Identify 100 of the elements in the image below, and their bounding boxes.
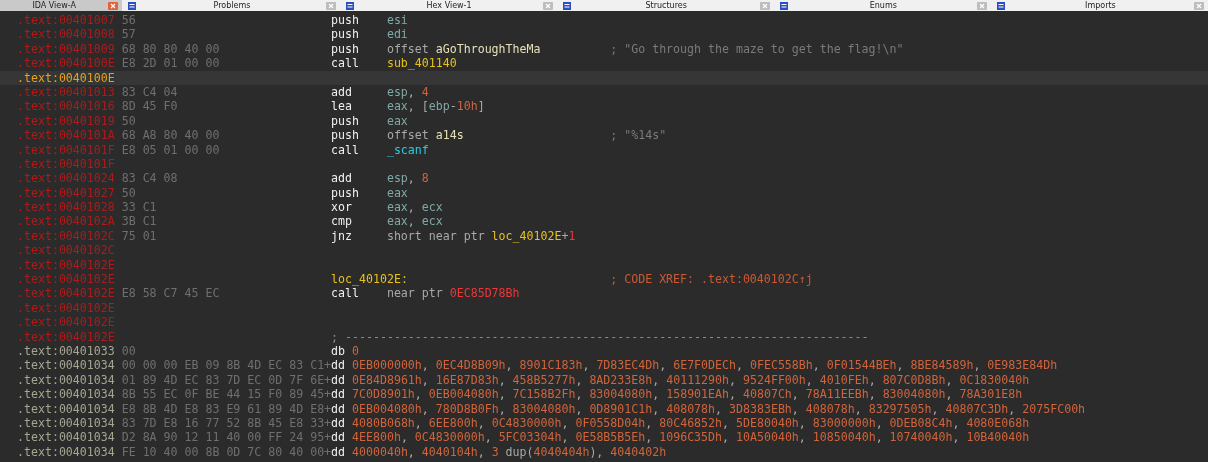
instruction-mnemonic: jnz [331, 228, 354, 244]
operands: _scanf [386, 142, 430, 157]
opcode-bytes: 33 C1 [121, 200, 158, 215]
operands: 4000040h, 4040104h, 3 dup(4040404h), 4040402h [352, 444, 667, 460]
operands: esi [386, 13, 409, 28]
operands: short near ptr loc_40102E+1 [386, 228, 577, 244]
close-icon[interactable] [108, 1, 119, 10]
line-address[interactable]: .text:0040102E [17, 329, 122, 344]
line-address[interactable]: .text:00401009 [17, 41, 122, 57]
instruction-mnemonic: dd [331, 401, 347, 416]
instruction-mnemonic: xor [331, 200, 354, 215]
close-icon[interactable] [325, 1, 336, 10]
line-address[interactable]: .text:00401034 [17, 444, 122, 460]
instruction-mnemonic: call [331, 286, 360, 301]
instruction-mnemonic: cmp [331, 214, 354, 229]
instruction-mnemonic: dd [331, 415, 347, 431]
line-address[interactable]: .text:00401034 [17, 401, 122, 416]
line-address[interactable]: .text:0040102E [17, 286, 122, 301]
line-address[interactable]: .text:0040102E [17, 300, 122, 316]
opcode-bytes: 3B C1 [121, 214, 158, 229]
document-icon [126, 1, 139, 10]
code-comment: ; CODE XREF: .text:0040102C↑j [610, 272, 813, 287]
code-comment: ; "%14s" [610, 128, 667, 143]
separator-comment: ; --------------------------------------------------------------------------- [331, 329, 869, 344]
operands: 7C0D8901h, 0EB004080h, 7C158B2Fh, 83004080h, 158901EAh, 40807Ch, 78A11EEBh, 83004080h, 78A301E8h [352, 387, 1023, 402]
line-address[interactable]: .text:00401034 [17, 372, 122, 388]
opcode-bytes: 83 C4 08 [121, 171, 179, 186]
opcode-bytes: 75 01 [121, 228, 158, 244]
instruction-mnemonic: dd [331, 430, 347, 445]
line-address[interactable]: .text:0040102E [17, 315, 122, 330]
line-address[interactable]: .text:0040101F [17, 142, 122, 157]
document-icon [343, 1, 356, 10]
document-icon [994, 1, 1007, 10]
operands: esp, 8 [386, 171, 430, 186]
line-address[interactable]: .text:0040102C [17, 228, 122, 244]
opcode-bytes: FE 10 40 00 8B 0D 7C 80 40 00+ [121, 444, 332, 460]
close-icon[interactable] [976, 1, 987, 10]
opcode-bytes: 68 80 80 40 00 [121, 41, 221, 57]
opcode-bytes: 83 7D E8 16 77 52 8B 45 E8 33+ [121, 415, 332, 431]
opcode-bytes: 83 C4 04 [121, 84, 179, 100]
line-address[interactable]: .text:00401019 [17, 113, 122, 129]
opcode-bytes: E8 8B 4D E8 83 E9 61 89 4D E8+ [121, 401, 332, 416]
operands: 0EB000000h, 0EC4D8B09h, 8901C183h, 7D83EC4Dh, 6E7F0DECh, 0FEC558Bh, 0F01544BEh, 8BE84589h, 0E983E84Dh [352, 358, 1058, 373]
operands: eax [386, 185, 409, 201]
line-address[interactable]: .text:00401007 [17, 13, 122, 28]
operands: 0 [352, 344, 359, 359]
opcode-bytes: 8B 55 EC 0F BE 44 15 F0 89 45+ [121, 387, 332, 402]
opcode-bytes: E8 2D 01 00 00 [121, 56, 221, 71]
line-address[interactable]: .text:0040100E [17, 70, 122, 85]
opcode-bytes: 50 [121, 113, 137, 129]
opcode-bytes: 00 00 00 EB 09 8B 4D EC 83 C1+ [121, 358, 332, 373]
document-icon [777, 1, 790, 10]
close-icon[interactable] [1193, 1, 1204, 10]
line-address[interactable]: .text:00401008 [17, 27, 122, 42]
line-address[interactable]: .text:0040102E [17, 272, 122, 287]
instruction-mnemonic: db [331, 344, 347, 359]
instruction-mnemonic: call [331, 56, 360, 71]
instruction-mnemonic: lea [331, 99, 354, 114]
close-icon[interactable] [542, 1, 553, 10]
opcode-bytes: 68 A8 80 40 00 [121, 128, 221, 143]
line-address[interactable]: .text:00401028 [17, 200, 122, 215]
code-label: loc_40102E: [331, 272, 409, 287]
operands: esp, 4 [386, 84, 430, 100]
line-address[interactable]: .text:0040102A [17, 214, 122, 229]
line-address[interactable]: .text:00401027 [17, 185, 122, 201]
opcode-bytes: 8D 45 F0 [121, 99, 179, 114]
opcode-bytes: E8 05 01 00 00 [121, 142, 221, 157]
line-address[interactable]: .text:00401016 [17, 99, 122, 114]
operands: eax, ecx [386, 200, 444, 215]
instruction-mnemonic: dd [331, 372, 347, 388]
instruction-mnemonic: push [331, 27, 360, 42]
instruction-mnemonic: dd [331, 387, 347, 402]
instruction-mnemonic: add [331, 171, 354, 186]
line-address[interactable]: .text:00401034 [17, 358, 122, 373]
line-address[interactable]: .text:00401024 [17, 171, 122, 186]
tab[interactable]: IDA View-A [0, 0, 123, 11]
operands: edi [386, 27, 409, 42]
line-address[interactable]: .text:0040102E [17, 257, 122, 273]
instruction-mnemonic: call [331, 142, 360, 157]
instruction-mnemonic: push [331, 13, 360, 28]
close-icon[interactable] [759, 1, 770, 10]
line-address[interactable]: .text:0040102C [17, 243, 122, 258]
line-address[interactable]: .text:0040101A [17, 128, 122, 143]
line-address[interactable]: .text:0040101F [17, 156, 122, 172]
code-comment: ; "Go through the maze to get the flag!\n" [610, 41, 904, 57]
opcode-bytes: 00 [121, 344, 137, 359]
line-address[interactable]: .text:00401013 [17, 84, 122, 100]
line-address[interactable]: .text:00401034 [17, 415, 122, 431]
line-address[interactable]: .text:0040100E [17, 56, 122, 71]
operands: 0EB004080h, 780D8B0Fh, 83004080h, 0D8901C1h, 408078h, 3D8383EBh, 408078h, 83297505h, 40807C3Dh, 2075FC00h [352, 401, 1086, 416]
opcode-bytes: 01 89 4D EC 83 7D EC 0D 7F 6E+ [121, 372, 332, 388]
line-address[interactable]: .text:00401033 [17, 344, 122, 359]
operands: 4080B068h, 6EE800h, 0C4830000h, 0F0558D04h, 80C46852h, 5DE80040h, 83000000h, 0DEB08C4h, 4080E068h [352, 415, 1030, 431]
opcode-bytes: 50 [121, 185, 137, 201]
opcode-bytes: 56 [121, 13, 137, 28]
line-address[interactable]: .text:00401034 [17, 387, 122, 402]
line-address[interactable]: .text:00401034 [17, 430, 122, 445]
instruction-mnemonic: dd [331, 358, 347, 373]
opcode-bytes: E8 58 C7 45 EC [121, 286, 221, 301]
operands: 4EE800h, 0C4830000h, 5FC03304h, 0E58B5B5Eh, 1096C35Dh, 10A50040h, 10850040h, 10740040h, 10B40040h [352, 430, 1030, 445]
